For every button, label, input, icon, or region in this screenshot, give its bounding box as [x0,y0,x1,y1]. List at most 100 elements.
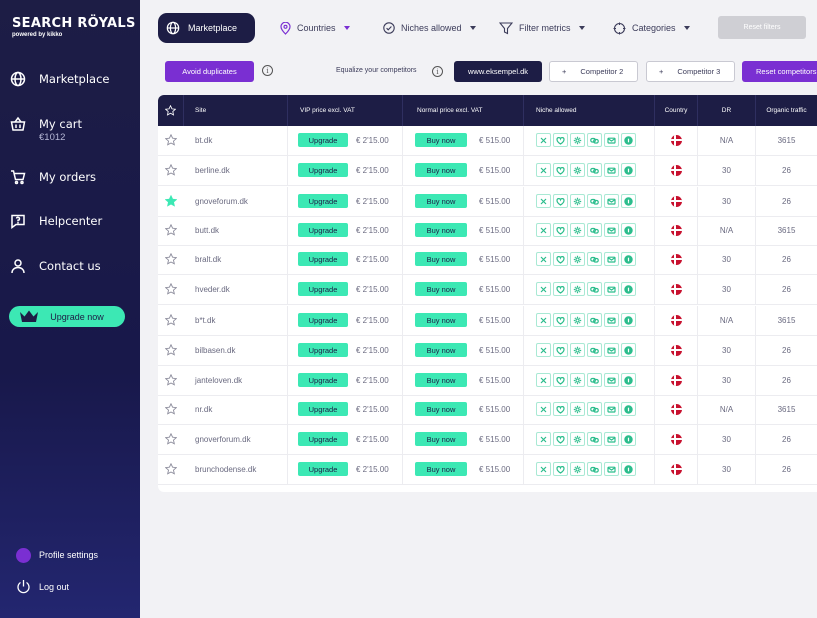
upgrade-button[interactable]: Upgrade [298,402,348,417]
avatar[interactable] [16,548,31,563]
niche-coin-toggle[interactable] [621,133,636,148]
niche-gear-toggle[interactable] [570,402,585,417]
niche-mail-toggle[interactable] [604,252,619,267]
site-name[interactable]: gnoveforum.dk [195,197,248,206]
niche-gear-toggle[interactable] [570,194,585,209]
buy-now-button[interactable]: Buy now [415,163,467,178]
buy-now-button[interactable]: Buy now [415,432,467,447]
add-competitor-3-button[interactable]: + Competitor 3 [646,61,735,82]
header-country[interactable]: Country [655,95,698,126]
niche-gear-toggle[interactable] [570,462,585,477]
niche-coin-toggle[interactable] [621,343,636,358]
upgrade-button[interactable]: Upgrade [298,163,348,178]
brand-logo[interactable]: SEARCH RÖYALS powered by kikko [12,16,136,38]
sidebar-item-helpcenter[interactable]: Helpcenter [10,213,102,229]
tab-marketplace[interactable]: Marketplace [158,13,255,43]
niche-heart-toggle[interactable] [553,313,568,328]
niche-coin-toggle[interactable] [621,252,636,267]
upgrade-button[interactable]: Upgrade [298,252,348,267]
site-name[interactable]: butt.dk [195,226,219,235]
upgrade-button[interactable]: Upgrade [298,373,348,388]
sidebar-item-my-orders[interactable]: My orders [10,169,96,185]
niche-link-toggle[interactable] [587,163,602,178]
site-name[interactable]: brunchodense.dk [195,465,256,474]
niche-gear-toggle[interactable] [570,282,585,297]
niche-mail-toggle[interactable] [604,163,619,178]
niche-gear-toggle[interactable] [570,373,585,388]
buy-now-button[interactable]: Buy now [415,313,467,328]
upgrade-now-button[interactable]: Upgrade now [9,306,125,327]
star-filled-icon[interactable] [165,195,177,207]
niche-mail-toggle[interactable] [604,313,619,328]
upgrade-button[interactable]: Upgrade [298,462,348,477]
niche-coin-toggle[interactable] [621,462,636,477]
upgrade-button[interactable]: Upgrade [298,223,348,238]
niche-heart-toggle[interactable] [553,282,568,297]
logout-link[interactable]: Log out [39,582,69,592]
niche-close-toggle[interactable] [536,313,551,328]
site-name[interactable]: nr.dk [195,405,212,414]
star-outline-icon[interactable] [165,253,177,265]
add-competitor-2-button[interactable]: + Competitor 2 [549,61,638,82]
header-niche[interactable]: Niche allowed [524,95,655,126]
site-name[interactable]: berline.dk [195,166,230,175]
star-outline-icon[interactable] [165,374,177,386]
niche-coin-toggle[interactable] [621,223,636,238]
niche-link-toggle[interactable] [587,313,602,328]
niche-mail-toggle[interactable] [604,133,619,148]
header-organic-traffic[interactable]: Organic traffic [756,95,817,126]
niche-mail-toggle[interactable] [604,402,619,417]
niche-link-toggle[interactable] [587,133,602,148]
niches-dropdown[interactable]: Niches allowed [383,13,476,43]
buy-now-button[interactable]: Buy now [415,282,467,297]
reset-competitors-button[interactable]: Reset competitors [742,61,817,82]
niche-heart-toggle[interactable] [553,252,568,267]
niche-close-toggle[interactable] [536,194,551,209]
buy-now-button[interactable]: Buy now [415,402,467,417]
niche-heart-toggle[interactable] [553,402,568,417]
niche-close-toggle[interactable] [536,462,551,477]
niche-gear-toggle[interactable] [570,223,585,238]
star-outline-icon[interactable] [165,433,177,445]
sidebar-item-my-cart[interactable]: My cart [10,116,82,132]
niche-mail-toggle[interactable] [604,432,619,447]
niche-close-toggle[interactable] [536,223,551,238]
niche-close-toggle[interactable] [536,373,551,388]
star-outline-icon[interactable] [165,314,177,326]
niche-coin-toggle[interactable] [621,402,636,417]
sidebar-item-marketplace[interactable]: Marketplace [10,71,109,87]
buy-now-button[interactable]: Buy now [415,252,467,267]
upgrade-button[interactable]: Upgrade [298,133,348,148]
site-name[interactable]: bilbasen.dk [195,346,235,355]
niche-mail-toggle[interactable] [604,462,619,477]
niche-coin-toggle[interactable] [621,282,636,297]
header-dr[interactable]: DR [698,95,756,126]
upgrade-button[interactable]: Upgrade [298,194,348,209]
niche-gear-toggle[interactable] [570,133,585,148]
site-name[interactable]: gnoverforum.dk [195,435,251,444]
buy-now-button[interactable]: Buy now [415,462,467,477]
niche-link-toggle[interactable] [587,432,602,447]
buy-now-button[interactable]: Buy now [415,223,467,238]
niche-close-toggle[interactable] [536,163,551,178]
niche-gear-toggle[interactable] [570,432,585,447]
header-normal-price[interactable]: Normal price excl. VAT [403,95,524,126]
profile-settings-link[interactable]: Profile settings [39,550,98,560]
niche-gear-toggle[interactable] [570,163,585,178]
niche-mail-toggle[interactable] [604,223,619,238]
countries-dropdown[interactable]: Countries [280,13,350,43]
niche-close-toggle[interactable] [536,343,551,358]
niche-link-toggle[interactable] [587,462,602,477]
niche-close-toggle[interactable] [536,252,551,267]
niche-link-toggle[interactable] [587,373,602,388]
header-star-column[interactable] [158,95,184,126]
reset-filters-button[interactable]: Reset filters [718,16,806,39]
niche-link-toggle[interactable] [587,282,602,297]
niche-gear-toggle[interactable] [570,343,585,358]
niche-close-toggle[interactable] [536,432,551,447]
upgrade-button[interactable]: Upgrade [298,343,348,358]
niche-close-toggle[interactable] [536,402,551,417]
niche-heart-toggle[interactable] [553,462,568,477]
niche-coin-toggle[interactable] [621,432,636,447]
site-name[interactable]: bt.dk [195,136,212,145]
